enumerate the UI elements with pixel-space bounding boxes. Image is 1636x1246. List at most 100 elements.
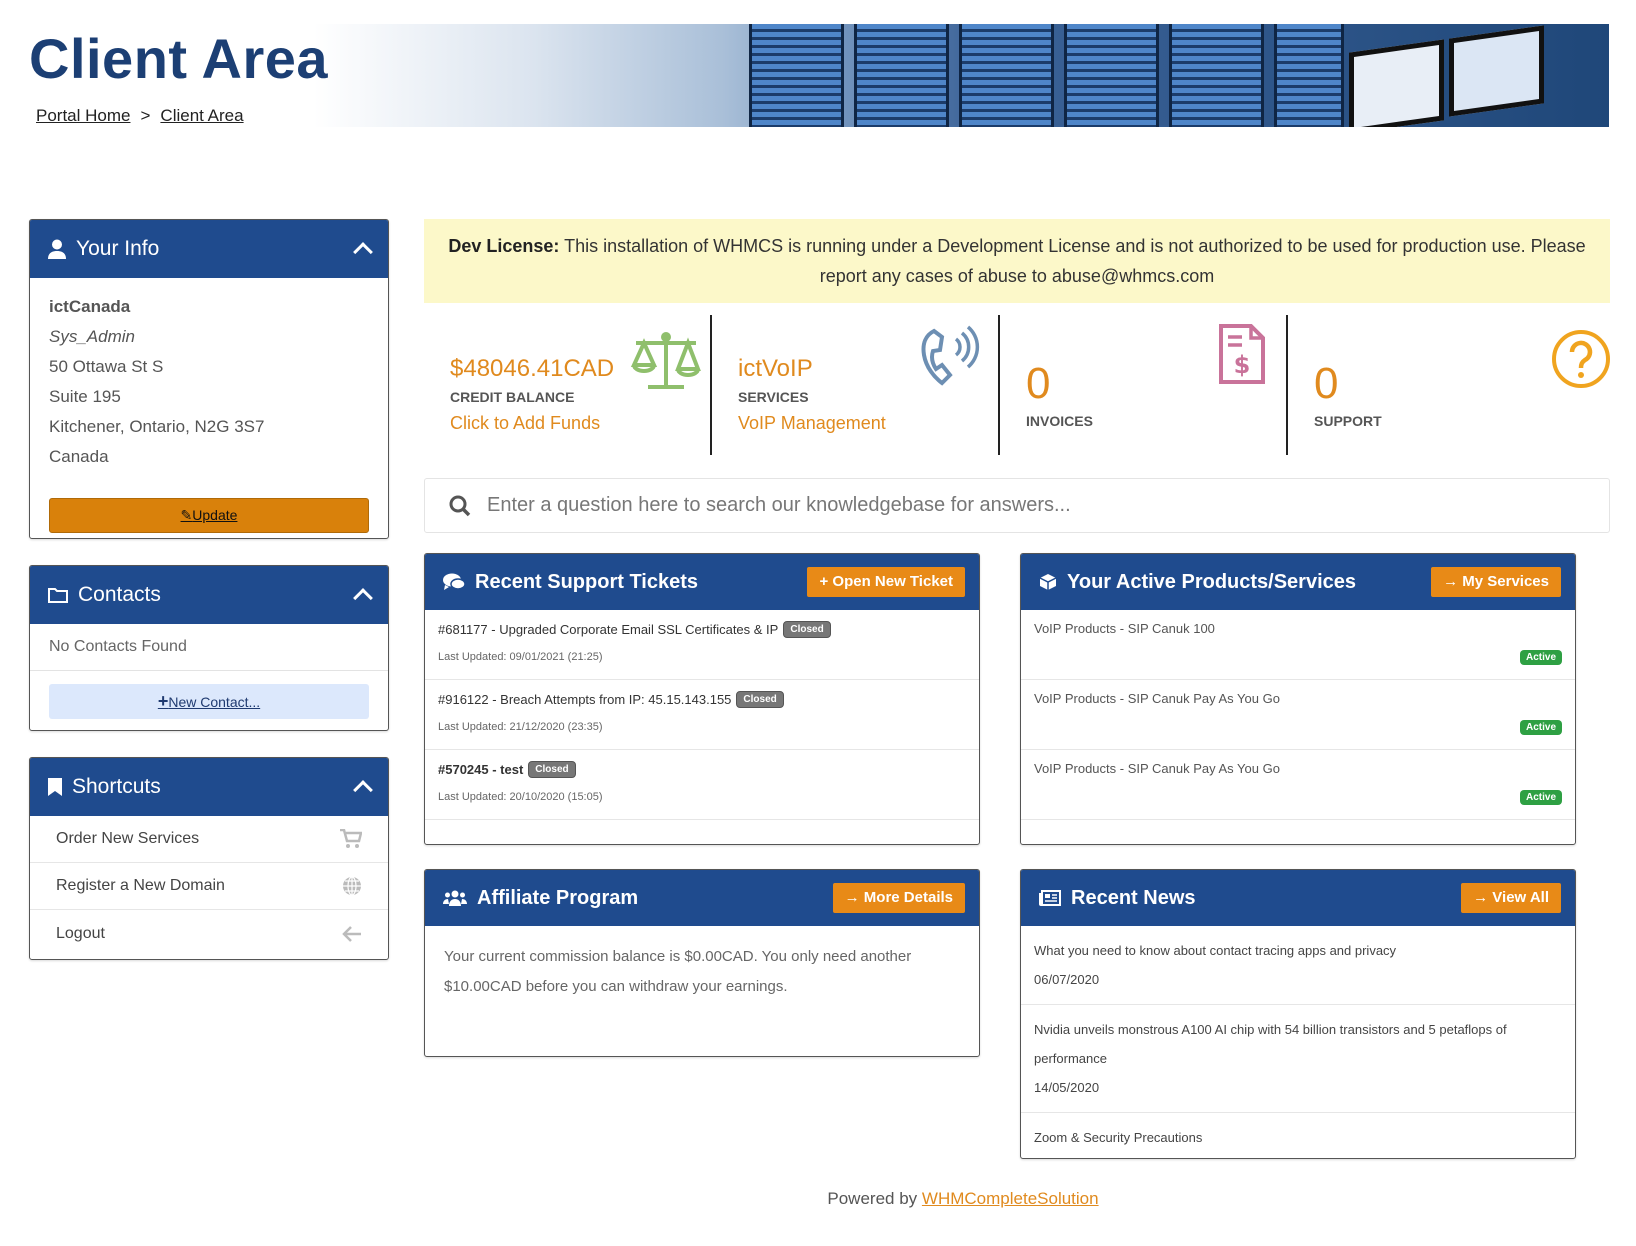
search-icon — [449, 495, 471, 516]
services-panel: Your Active Products/Services → My Servi… — [1020, 553, 1576, 845]
client-company: ictCanada — [49, 297, 131, 316]
client-address1: 50 Ottawa St S — [49, 357, 164, 376]
newspaper-icon — [1039, 890, 1061, 906]
services-title: Your Active Products/Services — [1067, 570, 1357, 593]
news-panel: Recent News → View All What you need to … — [1020, 869, 1576, 1159]
user-icon — [48, 239, 66, 259]
footer-whmcs-link[interactable]: WHMCompleteSolution — [922, 1189, 1099, 1208]
status-badge: Closed — [783, 621, 831, 638]
your-info-body: ictCanada Sys_Admin 50 Ottawa St S Suite… — [30, 278, 388, 486]
cart-icon — [340, 829, 362, 848]
stats-row: $48046.41CAD CREDIT BALANCE Click to Add… — [424, 315, 1610, 455]
chevron-up-icon[interactable] — [353, 588, 373, 608]
shortcut-register-domain[interactable]: Register a New Domain — [30, 863, 388, 910]
status-badge: Closed — [736, 691, 784, 708]
shortcut-logout[interactable]: Logout — [30, 910, 388, 957]
alert-text: This installation of WHMCS is running un… — [564, 236, 1586, 286]
breadcrumb-client-area[interactable]: Client Area — [160, 106, 243, 126]
cube-icon — [1039, 574, 1057, 590]
chevron-up-icon[interactable] — [353, 780, 373, 800]
globe-icon — [343, 876, 361, 896]
header-banner: Client Area Portal Home > Client Area — [29, 24, 1609, 127]
ticket-row[interactable]: #916122 - Breach Attempts from IP: 45.15… — [425, 680, 979, 750]
no-contacts-text: No Contacts Found — [30, 624, 388, 671]
stat-value: ictVoIP — [738, 355, 813, 382]
ticket-title: #570245 - test — [438, 762, 524, 777]
news-item-title: Nvidia unveils monstrous A100 AI chip wi… — [1034, 1022, 1507, 1066]
contacts-panel: Contacts No Contacts Found +New Contact.… — [29, 565, 389, 731]
client-address2: Suite 195 — [49, 387, 121, 406]
page-title: Client Area — [29, 27, 329, 90]
client-country: Canada — [49, 447, 109, 466]
affiliate-title: Affiliate Program — [477, 886, 639, 909]
stat-label: INVOICES — [1026, 413, 1093, 429]
ticket-updated: Last Updated: 21/12/2020 (23:35) — [438, 721, 603, 733]
stat-value: 0 — [1314, 359, 1339, 408]
add-funds-link[interactable]: Click to Add Funds — [450, 413, 600, 434]
stat-value: 0 — [1026, 359, 1051, 408]
breadcrumb: Portal Home > Client Area — [36, 106, 244, 126]
contacts-header[interactable]: Contacts — [30, 566, 388, 624]
new-contact-button[interactable]: +New Contact... — [49, 684, 369, 719]
stat-value: $48046.41CAD — [450, 355, 615, 382]
more-details-button[interactable]: → More Details — [832, 883, 965, 913]
status-badge: Closed — [528, 761, 576, 778]
stat-label: CREDIT BALANCE — [450, 389, 575, 405]
news-item[interactable]: Zoom & Security Precautions — [1021, 1113, 1575, 1158]
open-new-ticket-button[interactable]: + Open New Ticket — [807, 567, 965, 597]
arrow-left-icon — [342, 925, 361, 942]
news-header: Recent News → View All — [1021, 870, 1575, 926]
ticket-row[interactable]: #681177 - Upgraded Corporate Email SSL C… — [425, 610, 979, 680]
svg-text:$: $ — [1234, 351, 1251, 379]
news-item-date: 14/05/2020 — [1034, 1080, 1100, 1095]
dev-license-alert: Dev License: This installation of WHMCS … — [424, 219, 1610, 303]
service-row[interactable]: VoIP Products - SIP Canuk Pay As You Go … — [1021, 680, 1575, 750]
status-badge: Active — [1519, 720, 1562, 735]
stat-invoices[interactable]: 0 INVOICES $ — [1000, 315, 1288, 455]
shortcut-order-services[interactable]: Order New Services — [30, 816, 388, 863]
users-icon — [443, 890, 467, 906]
knowledgebase-search — [424, 478, 1610, 533]
search-input[interactable] — [487, 494, 1567, 517]
button-label: More Details — [863, 889, 953, 906]
shortcuts-header[interactable]: Shortcuts — [30, 758, 388, 816]
view-all-news-button[interactable]: → View All — [1461, 883, 1561, 913]
new-contact-label: New Contact... — [168, 694, 261, 710]
comments-icon — [443, 573, 465, 590]
button-label: My Services — [1462, 573, 1549, 590]
stat-support[interactable]: 0 SUPPORT — [1288, 315, 1610, 455]
shortcuts-title: Shortcuts — [72, 775, 161, 798]
footer: Powered by WHMCompleteSolution — [0, 1189, 1636, 1209]
contacts-title: Contacts — [78, 583, 161, 606]
services-header: Your Active Products/Services → My Servi… — [1021, 554, 1575, 610]
news-item-title: What you need to know about contact trac… — [1034, 943, 1397, 958]
alert-strong: Dev License: — [448, 236, 560, 256]
ticket-row[interactable]: #570245 - test Closed Last Updated: 20/10… — [425, 750, 979, 820]
service-row[interactable]: VoIP Products - SIP Canuk 100 Active — [1021, 610, 1575, 680]
my-services-button[interactable]: → My Services — [1431, 567, 1561, 597]
your-info-header[interactable]: Your Info — [30, 220, 388, 278]
pencil-icon: ✎ — [180, 507, 193, 523]
shortcut-label: Order New Services — [56, 830, 200, 847]
stat-services[interactable]: ictVoIP SERVICES VoIP Management — [712, 315, 1000, 455]
stat-credit-balance[interactable]: $48046.41CAD CREDIT BALANCE Click to Add… — [424, 315, 712, 455]
news-item[interactable]: Nvidia unveils monstrous A100 AI chip wi… — [1021, 1005, 1575, 1113]
news-item-date: 06/07/2020 — [1034, 972, 1100, 987]
tickets-panel: Recent Support Tickets + Open New Ticket… — [424, 553, 980, 845]
client-role: Sys_Admin — [49, 327, 135, 346]
service-row[interactable]: VoIP Products - SIP Canuk Pay As You Go … — [1021, 750, 1575, 820]
your-info-panel: Your Info ictCanada Sys_Admin 50 Ottawa … — [29, 219, 389, 539]
ticket-updated: Last Updated: 09/01/2021 (21:25) — [438, 651, 603, 663]
breadcrumb-portal-home[interactable]: Portal Home — [36, 106, 130, 126]
news-item[interactable]: What you need to know about contact trac… — [1021, 926, 1575, 1005]
ticket-title: #916122 - Breach Attempts from IP: 45.15… — [438, 692, 732, 707]
news-title: Recent News — [1071, 886, 1196, 909]
update-button[interactable]: ✎Update — [49, 498, 369, 533]
status-badge: Active — [1519, 650, 1562, 665]
service-name: VoIP Products - SIP Canuk Pay As You Go — [1034, 691, 1280, 706]
chevron-up-icon[interactable] — [353, 242, 373, 262]
voip-management-link[interactable]: VoIP Management — [738, 413, 886, 434]
bookmark-icon — [48, 778, 62, 796]
shortcut-label: Logout — [56, 924, 105, 942]
affiliate-header: Affiliate Program → More Details — [425, 870, 979, 926]
